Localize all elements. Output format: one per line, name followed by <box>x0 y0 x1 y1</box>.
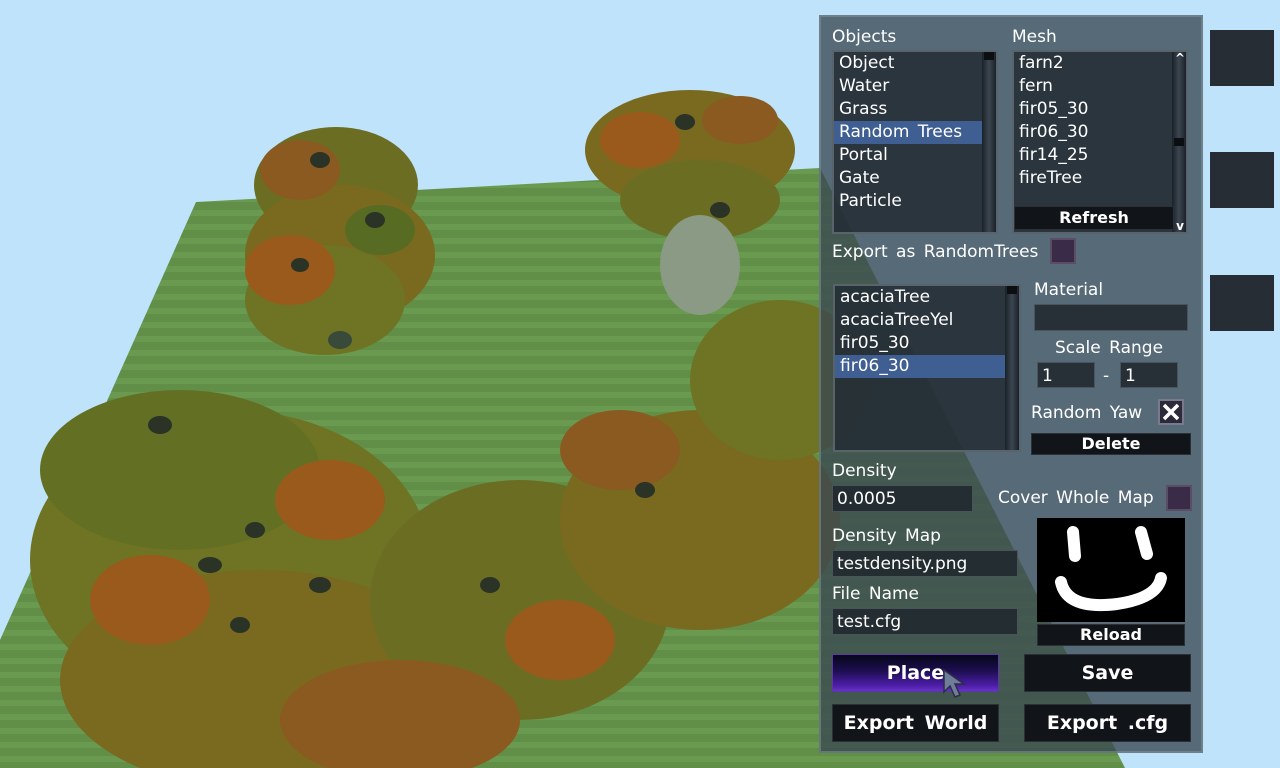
export-random-trees-label: Export as RandomTrees <box>832 242 1039 262</box>
place-button[interactable]: Place <box>832 654 999 692</box>
export-world-button[interactable]: Export World <box>832 704 999 742</box>
objects-list-item[interactable]: Object <box>834 52 996 75</box>
mesh-list[interactable]: farn2 fern fir05_30 fir06_30 fir14_25 fireTre… <box>1012 50 1188 234</box>
material-field[interactable] <box>1034 304 1188 331</box>
tree-list-scrollbar[interactable] <box>1005 286 1019 450</box>
objects-list-item[interactable]: Random Trees <box>834 121 996 144</box>
scale-range-label: Scale Range <box>1055 338 1164 358</box>
random-yaw-label: Random Yaw <box>1031 403 1143 423</box>
refresh-button[interactable]: Refresh <box>1014 206 1174 230</box>
mesh-list-item[interactable]: fir06_30 <box>1014 121 1186 144</box>
density-field[interactable]: 0.0005 <box>832 485 973 512</box>
objects-list[interactable]: Object Water Grass Random Trees Portal Gate Pa… <box>832 50 998 234</box>
mesh-list-item[interactable]: fir05_30 <box>1014 98 1186 121</box>
objects-list-item[interactable]: Portal <box>834 144 996 167</box>
material-label: Material <box>1034 280 1104 300</box>
editor-panel: Objects Object Water Grass Random Trees Port… <box>819 15 1203 753</box>
density-label: Density <box>832 461 897 481</box>
side-button-1[interactable] <box>1210 30 1274 86</box>
objects-label: Objects <box>832 27 897 47</box>
objects-list-item[interactable]: Particle <box>834 190 996 213</box>
density-map-label: Density Map <box>832 526 941 546</box>
cover-whole-map-checkbox[interactable] <box>1166 485 1192 511</box>
density-map-preview <box>1037 518 1185 622</box>
mesh-list-item[interactable]: fireTree <box>1014 167 1186 190</box>
mesh-label: Mesh <box>1012 27 1057 47</box>
random-yaw-checkbox[interactable] <box>1158 399 1184 425</box>
tree-mesh-list-item[interactable]: acaciaTreeYel <box>835 309 1019 332</box>
export-random-trees-checkbox[interactable] <box>1050 238 1076 264</box>
tree-mesh-list[interactable]: acaciaTree acaciaTreeYel fir05_30 fir06_30 <box>833 284 1021 452</box>
scale-max-field[interactable]: 1 <box>1120 362 1178 388</box>
objects-scrollbar[interactable] <box>982 52 996 232</box>
mouse-cursor-icon <box>943 668 967 698</box>
density-map-field[interactable]: testdensity.png <box>832 550 1018 577</box>
tree-mesh-list-item[interactable]: fir06_30 <box>835 355 1019 378</box>
mesh-list-item[interactable]: fir14_25 <box>1014 144 1186 167</box>
mesh-list-item[interactable]: farn2 <box>1014 52 1186 75</box>
mesh-scroll-up-button[interactable]: ^ <box>1175 52 1185 64</box>
file-name-label: File Name <box>832 584 920 604</box>
side-button-3[interactable] <box>1210 275 1274 331</box>
objects-list-item[interactable]: Gate <box>834 167 996 190</box>
tree-mesh-list-item[interactable]: acaciaTree <box>835 286 1019 309</box>
delete-button[interactable]: Delete <box>1031 433 1191 455</box>
place-button-label: Place <box>886 662 945 684</box>
smiley-face-icon <box>1055 526 1167 611</box>
scale-range-separator: - <box>1103 366 1110 386</box>
checkmark-x-icon <box>1162 403 1180 421</box>
export-cfg-button[interactable]: Export .cfg <box>1024 704 1191 742</box>
reload-button[interactable]: Reload <box>1037 624 1185 646</box>
cover-whole-map-label: Cover Whole Map <box>998 488 1154 508</box>
mesh-scrollbar[interactable] <box>1172 52 1186 232</box>
mesh-list-item[interactable]: fern <box>1014 75 1186 98</box>
mesh-scroll-down-button[interactable]: v <box>1176 220 1184 232</box>
objects-list-item[interactable]: Water <box>834 75 996 98</box>
objects-list-item[interactable]: Grass <box>834 98 996 121</box>
scale-min-field[interactable]: 1 <box>1037 362 1095 388</box>
file-name-field[interactable]: test.cfg <box>832 608 1018 635</box>
tree-mesh-list-item[interactable]: fir05_30 <box>835 332 1019 355</box>
save-button[interactable]: Save <box>1024 654 1191 692</box>
side-button-2[interactable] <box>1210 152 1274 208</box>
